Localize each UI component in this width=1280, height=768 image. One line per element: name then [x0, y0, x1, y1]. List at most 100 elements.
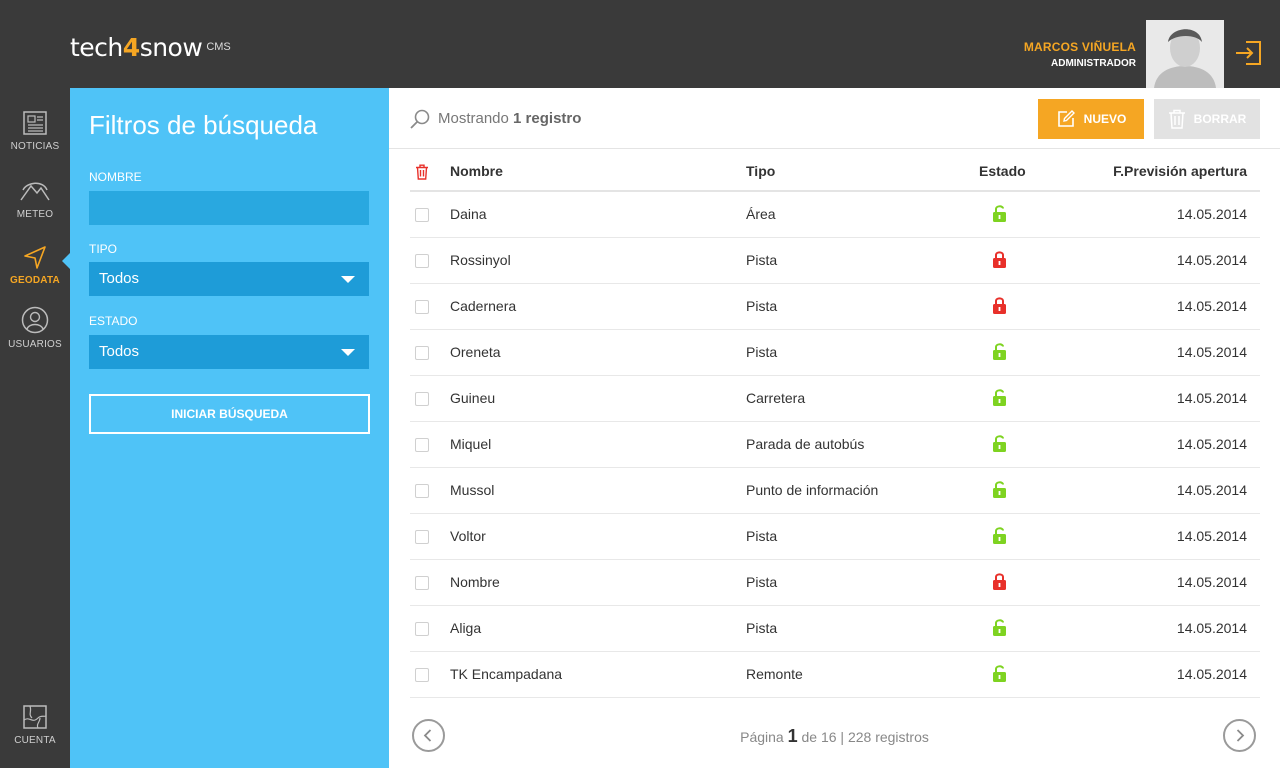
row-date: 14.05.2014 [1176, 620, 1247, 636]
page-indicator: Página 1 de 16 | 228 registros [389, 726, 1280, 747]
row-type: Parada de autobús [746, 436, 865, 452]
table-row[interactable]: Cadernera Pista 14.05.2014 [410, 284, 1260, 330]
row-type: Pista [746, 344, 778, 360]
next-page-button[interactable] [1223, 719, 1256, 752]
column-header-type[interactable]: Tipo [746, 163, 775, 179]
unlocked-icon [991, 664, 1008, 687]
row-checkbox[interactable] [415, 530, 429, 544]
delete-button[interactable]: BORRAR [1154, 99, 1260, 139]
nav-item-geodata[interactable]: GEODATA [0, 244, 70, 286]
logout-icon[interactable] [1234, 38, 1264, 68]
nombre-input[interactable] [89, 191, 369, 225]
results-toolbar: Mostrando 1 registro NUEVO BORRAR [389, 88, 1280, 149]
navigation-icon [24, 246, 46, 269]
table-row[interactable]: TK Encampadana Remonte 14.05.2014 [410, 652, 1260, 698]
pagination: Página 1 de 16 | 228 registros [389, 708, 1280, 758]
table-row[interactable]: Oreneta Pista 14.05.2014 [410, 330, 1260, 376]
logo-text-pre: tech [70, 33, 123, 62]
user-icon [21, 306, 49, 334]
table-row[interactable]: Daina Área 14.05.2014 [410, 192, 1260, 238]
table-row[interactable]: Rossinyol Pista 14.05.2014 [410, 238, 1260, 284]
table-body: Daina Área 14.05.2014 Rossinyol Pista 14.05.2… [410, 192, 1260, 698]
nav-label: NOTICIAS [10, 141, 60, 152]
lock-icon [991, 250, 1008, 273]
row-name: Nombre [450, 574, 500, 590]
row-checkbox[interactable] [415, 438, 429, 452]
unlocked-icon [991, 480, 1008, 503]
estado-select-value: Todos [99, 343, 140, 360]
logo-text-four: 4 [122, 33, 140, 62]
lock-icon [991, 572, 1008, 595]
row-checkbox[interactable] [415, 668, 429, 682]
user-name: MARCOS VIÑUELA [1023, 40, 1136, 54]
row-checkbox[interactable] [415, 300, 429, 314]
row-date: 14.05.2014 [1176, 252, 1247, 268]
top-bar: tech4snow CMS MARCOS VIÑUELA ADMINISTRAD… [0, 0, 1280, 88]
results-count: Mostrando 1 registro [438, 110, 581, 127]
row-type: Área [746, 206, 776, 222]
chevron-right-icon [1236, 729, 1245, 742]
tipo-label: TIPO [89, 242, 118, 256]
row-name: Guineu [450, 390, 496, 406]
unlocked-icon [991, 388, 1008, 411]
nav-label: METEO [16, 209, 54, 220]
mountain-icon [20, 182, 50, 201]
unlocked-icon [991, 342, 1008, 365]
column-header-date[interactable]: F.Previsión apertura [1113, 163, 1247, 179]
edit-icon [1057, 110, 1075, 127]
row-checkbox[interactable] [415, 346, 429, 360]
new-button[interactable]: NUEVO [1038, 99, 1144, 139]
row-date: 14.05.2014 [1176, 344, 1247, 360]
row-name: Miquel [450, 436, 492, 452]
nav-item-usuarios[interactable]: USUARIOS [0, 306, 70, 350]
table-row[interactable]: Guineu Carretera 14.05.2014 [410, 376, 1260, 422]
row-date: 14.05.2014 [1176, 390, 1247, 406]
row-type: Pista [746, 528, 778, 544]
row-name: TK Encampadana [450, 666, 563, 682]
row-date: 14.05.2014 [1176, 574, 1247, 590]
row-date: 14.05.2014 [1176, 528, 1247, 544]
tipo-select-value: Todos [99, 270, 140, 287]
row-checkbox[interactable] [415, 484, 429, 498]
table-row[interactable]: Aliga Pista 14.05.2014 [410, 606, 1260, 652]
row-date: 14.05.2014 [1176, 298, 1247, 314]
map-icon [23, 705, 47, 729]
nav-item-noticias[interactable]: NOTICIAS [0, 110, 70, 152]
row-checkbox[interactable] [415, 576, 429, 590]
table-row[interactable]: Nombre Pista 14.05.2014 [410, 560, 1260, 606]
trash-icon[interactable] [415, 164, 429, 180]
row-type: Pista [746, 574, 778, 590]
logo-text-post: snow [139, 33, 203, 62]
nav-label: USUARIOS [8, 339, 62, 350]
page-prefix: Página [740, 729, 784, 745]
nav-item-meteo[interactable]: METEO [0, 178, 70, 220]
new-button-label: NUEVO [1083, 112, 1127, 126]
row-checkbox[interactable] [415, 622, 429, 636]
logo-cms-label: CMS [206, 41, 231, 53]
table-row[interactable]: Mussol Punto de información 14.05.2014 [410, 468, 1260, 514]
row-checkbox[interactable] [415, 392, 429, 406]
tipo-select[interactable]: Todos [89, 262, 369, 296]
brand-logo[interactable]: tech4snow CMS [70, 28, 231, 64]
results-count-prefix: Mostrando [438, 110, 509, 127]
filter-panel: Filtros de búsqueda NOMBRE TIPO Todos ES… [70, 88, 389, 768]
search-button[interactable]: INICIAR BÚSQUEDA [89, 394, 370, 434]
column-header-state[interactable]: Estado [979, 163, 1026, 179]
row-name: Daina [450, 206, 487, 222]
column-header-name[interactable]: Nombre [450, 163, 503, 179]
table-row[interactable]: Miquel Parada de autobús 14.05.2014 [410, 422, 1260, 468]
table-header: Nombre Tipo Estado F.Previsión apertura [410, 149, 1260, 192]
nav-item-cuenta[interactable]: CUENTA [0, 704, 70, 746]
row-date: 14.05.2014 [1176, 436, 1247, 452]
estado-select[interactable]: Todos [89, 335, 369, 369]
table-row[interactable]: Voltor Pista 14.05.2014 [410, 514, 1260, 560]
estado-label: ESTADO [89, 314, 138, 328]
row-type: Pista [746, 252, 778, 268]
row-name: Aliga [450, 620, 482, 636]
row-checkbox[interactable] [415, 254, 429, 268]
newspaper-icon [23, 111, 47, 135]
row-type: Punto de información [746, 482, 879, 498]
avatar[interactable] [1146, 20, 1224, 88]
nav-label: CUENTA [14, 735, 56, 746]
row-checkbox[interactable] [415, 208, 429, 222]
